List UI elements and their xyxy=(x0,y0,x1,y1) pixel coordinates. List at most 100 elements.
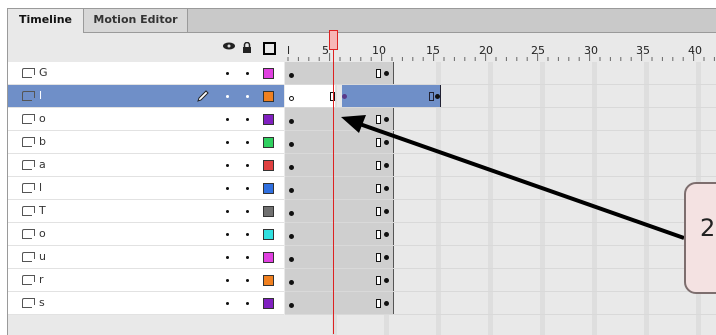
layer-name[interactable]: T xyxy=(39,204,46,217)
layer-name[interactable]: o xyxy=(39,112,46,125)
keyframe[interactable] xyxy=(289,280,294,285)
keyframe[interactable] xyxy=(289,303,294,308)
frame-row[interactable] xyxy=(285,246,716,269)
layer-row[interactable]: G xyxy=(8,62,284,85)
layer-row[interactable]: o xyxy=(8,108,284,131)
lock-toggle[interactable] xyxy=(246,164,249,167)
end-frame[interactable] xyxy=(376,115,381,124)
visibility-toggle[interactable] xyxy=(226,233,229,236)
keyframe[interactable] xyxy=(289,73,294,78)
end-frame[interactable] xyxy=(376,161,381,170)
lock-toggle[interactable] xyxy=(246,233,249,236)
keyframe[interactable] xyxy=(384,186,389,191)
outline-color-swatch[interactable] xyxy=(263,252,274,263)
tab-motion-editor[interactable]: Motion Editor xyxy=(84,9,188,32)
layer-row[interactable]: o xyxy=(8,223,284,246)
outline-color-swatch[interactable] xyxy=(263,68,274,79)
frame-row[interactable] xyxy=(285,223,716,246)
layer-row[interactable]: T xyxy=(8,200,284,223)
lock-toggle[interactable] xyxy=(246,279,249,282)
frame-row[interactable] xyxy=(285,108,716,131)
keyframe[interactable] xyxy=(384,301,389,306)
outline-color-swatch[interactable] xyxy=(263,91,274,102)
end-frame[interactable] xyxy=(376,138,381,147)
keyframe[interactable] xyxy=(289,234,294,239)
frame-row[interactable] xyxy=(285,154,716,177)
keyframe[interactable] xyxy=(289,165,294,170)
layer-name[interactable]: l xyxy=(39,89,42,102)
keyframe[interactable] xyxy=(384,232,389,237)
outline-color-swatch[interactable] xyxy=(263,275,274,286)
outline-icon[interactable] xyxy=(263,42,276,55)
visibility-toggle[interactable] xyxy=(226,164,229,167)
end-frame[interactable] xyxy=(429,92,434,101)
outline-color-swatch[interactable] xyxy=(263,298,274,309)
frames-grid[interactable] xyxy=(285,62,716,335)
frame-row[interactable] xyxy=(285,292,716,315)
visibility-toggle[interactable] xyxy=(226,141,229,144)
visibility-toggle[interactable] xyxy=(226,95,229,98)
frame-row-selected[interactable] xyxy=(285,85,716,108)
end-frame[interactable] xyxy=(376,69,381,78)
end-frame[interactable] xyxy=(376,253,381,262)
visibility-toggle[interactable] xyxy=(226,302,229,305)
frame-row[interactable] xyxy=(285,177,716,200)
keyframe[interactable] xyxy=(289,211,294,216)
layer-name[interactable]: o xyxy=(39,227,46,240)
visibility-toggle[interactable] xyxy=(226,118,229,121)
end-frame[interactable] xyxy=(376,184,381,193)
lock-toggle[interactable] xyxy=(246,95,249,98)
visibility-toggle[interactable] xyxy=(226,256,229,259)
outline-color-swatch[interactable] xyxy=(263,206,274,217)
lock-toggle[interactable] xyxy=(246,72,249,75)
lock-toggle[interactable] xyxy=(246,256,249,259)
keyframe[interactable] xyxy=(384,117,389,122)
lock-toggle[interactable] xyxy=(246,210,249,213)
keyframe[interactable] xyxy=(289,142,294,147)
end-frame[interactable] xyxy=(376,276,381,285)
outline-color-swatch[interactable] xyxy=(263,137,274,148)
keyframe[interactable] xyxy=(384,71,389,76)
visibility-toggle[interactable] xyxy=(226,187,229,190)
tab-timeline[interactable]: Timeline xyxy=(8,9,84,33)
keyframe[interactable] xyxy=(384,209,389,214)
lock-icon[interactable] xyxy=(242,42,252,53)
end-frame[interactable] xyxy=(376,299,381,308)
layer-row[interactable]: r xyxy=(8,269,284,292)
layer-name[interactable]: G xyxy=(39,66,48,79)
lock-toggle[interactable] xyxy=(246,302,249,305)
end-frame[interactable] xyxy=(376,230,381,239)
tween-span[interactable] xyxy=(342,85,441,107)
layer-name[interactable]: a xyxy=(39,158,46,171)
outline-color-swatch[interactable] xyxy=(263,160,274,171)
end-frame[interactable] xyxy=(376,207,381,216)
frame-row[interactable] xyxy=(285,269,716,292)
keyframe[interactable] xyxy=(435,94,440,99)
layer-name[interactable]: l xyxy=(39,181,42,194)
keyframe[interactable] xyxy=(384,163,389,168)
layer-row[interactable]: a xyxy=(8,154,284,177)
layer-row[interactable]: b xyxy=(8,131,284,154)
eye-icon[interactable] xyxy=(223,42,235,50)
lock-toggle[interactable] xyxy=(246,141,249,144)
visibility-toggle[interactable] xyxy=(226,279,229,282)
layer-row[interactable]: u xyxy=(8,246,284,269)
outline-color-swatch[interactable] xyxy=(263,114,274,125)
lock-toggle[interactable] xyxy=(246,187,249,190)
layer-row-selected[interactable]: l xyxy=(8,85,284,108)
layer-row[interactable]: s xyxy=(8,292,284,315)
blank-keyframe[interactable] xyxy=(289,96,294,101)
visibility-toggle[interactable] xyxy=(226,210,229,213)
layer-name[interactable]: s xyxy=(39,296,45,309)
frame-row[interactable] xyxy=(285,131,716,154)
keyframe[interactable] xyxy=(289,188,294,193)
keyframe[interactable] xyxy=(384,278,389,283)
layer-row[interactable]: l xyxy=(8,177,284,200)
layer-name[interactable]: r xyxy=(39,273,44,286)
playhead-handle[interactable] xyxy=(329,30,338,50)
outline-color-swatch[interactable] xyxy=(263,183,274,194)
frame-row[interactable] xyxy=(285,62,716,85)
keyframe[interactable] xyxy=(289,119,294,124)
outline-color-swatch[interactable] xyxy=(263,229,274,240)
keyframe[interactable] xyxy=(384,255,389,260)
